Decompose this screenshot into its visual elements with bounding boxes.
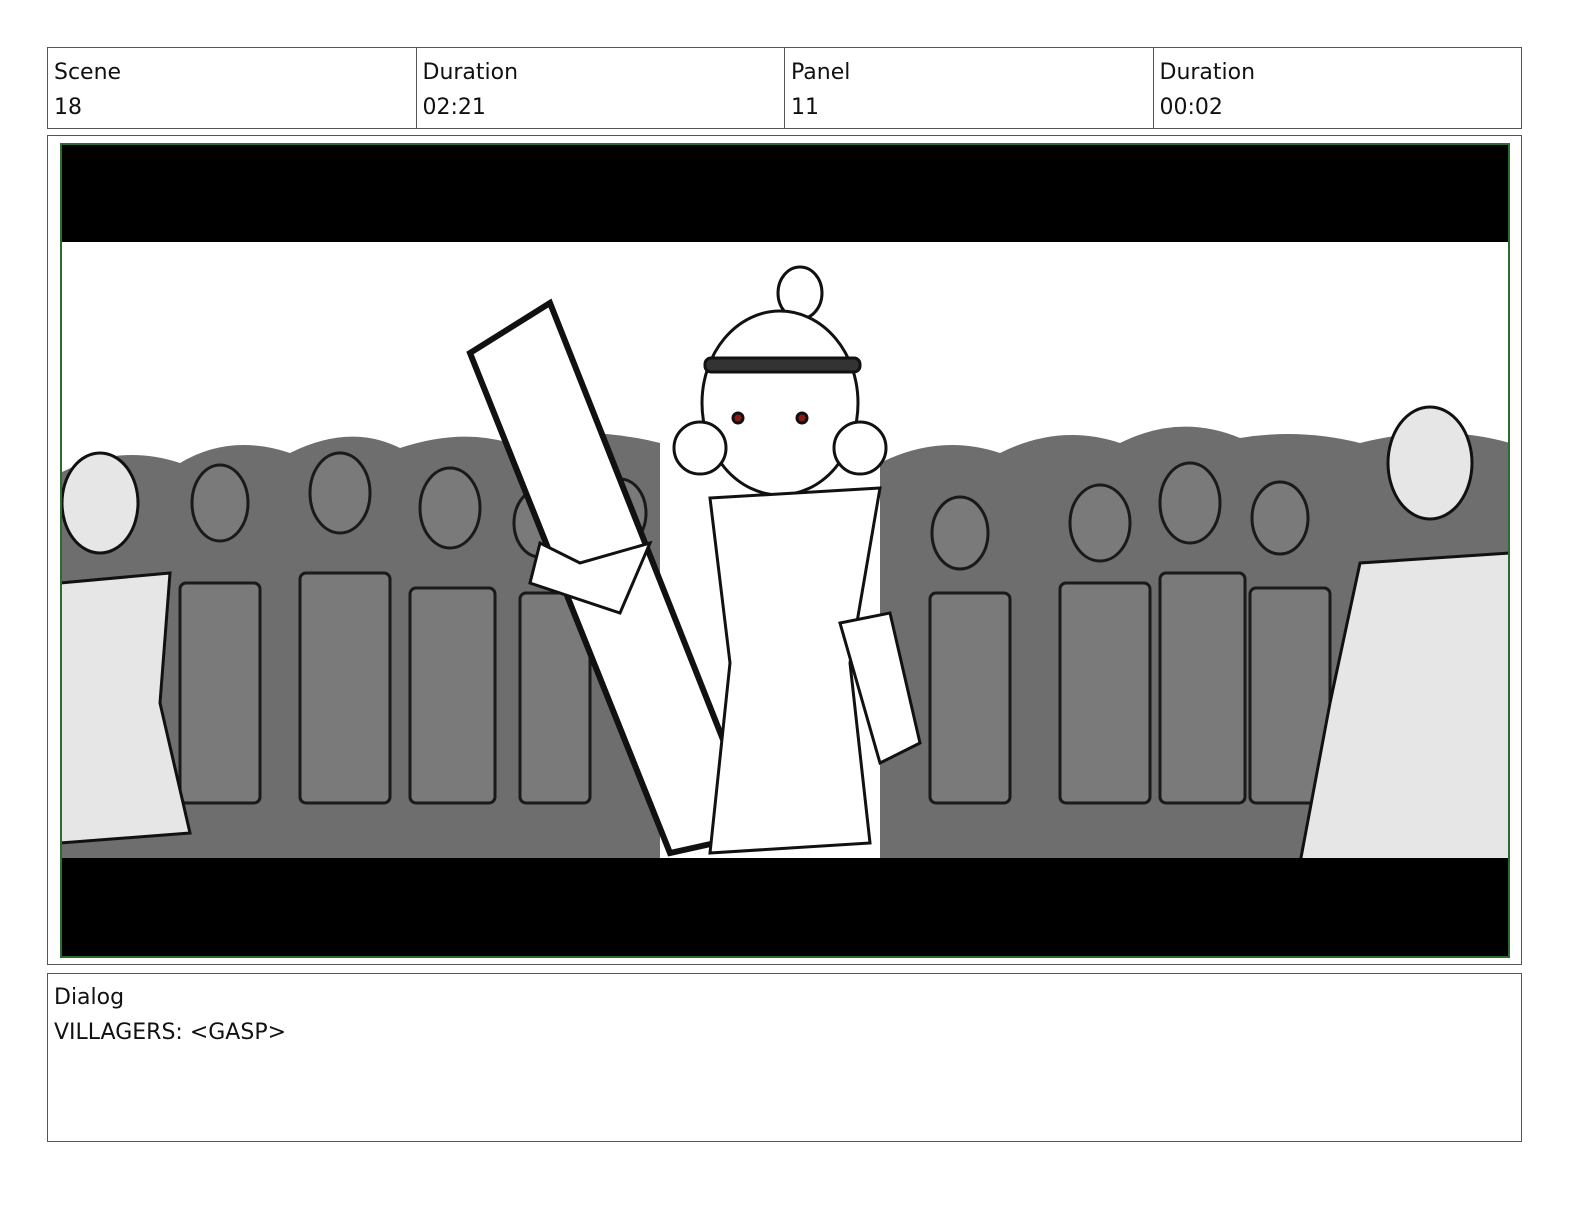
dialog-text: VILLAGERS: <GASP> xyxy=(54,1020,287,1045)
panel-header-table: Scene 18 Duration 02:21 Panel 11 Duratio… xyxy=(47,47,1522,129)
scene-duration-cell: Duration 02:21 xyxy=(417,48,785,128)
scene-duration-label: Duration xyxy=(422,60,519,85)
storyboard-sketch xyxy=(60,143,1510,958)
scene-value: 18 xyxy=(54,95,82,120)
panel-duration-label: Duration xyxy=(1159,60,1256,85)
scene-duration-value: 02:21 xyxy=(422,95,486,120)
panel-duration-value: 00:02 xyxy=(1159,95,1223,120)
panel-label: Panel xyxy=(791,60,851,85)
scene-label: Scene xyxy=(54,60,122,85)
panel-value: 11 xyxy=(791,95,819,120)
panel-duration-cell: Duration 00:02 xyxy=(1154,48,1522,128)
panel-cell: Panel 11 xyxy=(785,48,1154,128)
letterbox-top xyxy=(60,143,1510,242)
dialog-label: Dialog xyxy=(54,985,125,1010)
letterbox-bottom xyxy=(60,858,1510,958)
storyboard-frame xyxy=(60,143,1510,958)
scene-cell: Scene 18 xyxy=(48,48,417,128)
dialog-box: Dialog VILLAGERS: <GASP> xyxy=(47,973,1522,1142)
storyboard-panel xyxy=(47,135,1522,965)
